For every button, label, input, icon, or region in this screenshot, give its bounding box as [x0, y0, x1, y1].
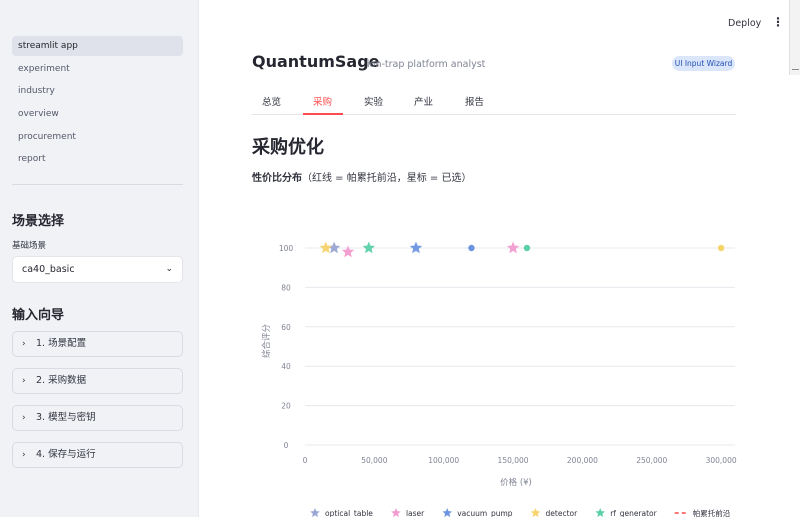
price-score-scatter-chart[interactable]: 0 20 40 60 80 100 0 50,000 100,000 150,000 200,000… [240, 225, 750, 517]
active-tab-indicator [303, 113, 343, 115]
x-tick-label: 50,000 [361, 456, 387, 465]
scenario-header: 场景选择 [12, 214, 65, 229]
scrollbar[interactable] [789, 0, 800, 75]
sidebar-item-industry[interactable]: industry [12, 81, 183, 101]
legend-label-帕累托前沿: 帕累托前沿 [693, 508, 731, 517]
y-tick-label: 100 [279, 244, 294, 253]
tab-industry[interactable]: 产业 [414, 94, 433, 108]
sidebar-item-report[interactable]: report [12, 149, 183, 169]
chart-caption: 性价比分布（红线 = 帕累托前沿，星标 = 已选） [252, 169, 471, 184]
tab-procurement[interactable]: 采购 [313, 94, 332, 108]
y-tick-label: 40 [281, 362, 291, 371]
legend-marker-optical_table [310, 508, 320, 517]
expander-model-keys[interactable]: › 3. 模型与密钥 [12, 405, 183, 431]
app-subtitle: ion-trap platform analyst [367, 59, 486, 70]
legend-marker-vacuum_pump [442, 508, 452, 517]
legend-marker-rf_generator [595, 508, 605, 517]
sidebar-item-streamlit-app[interactable]: streamlit app [12, 36, 183, 56]
expander-label: 1. 场景配置 [36, 338, 87, 349]
data-point-star-detector[interactable] [319, 241, 332, 254]
tab-experiment[interactable]: 实验 [364, 94, 383, 108]
x-tick-label: 150,000 [498, 456, 529, 465]
x-tick-label: 250,000 [636, 456, 667, 465]
wizard-header: 输入向导 [12, 308, 65, 323]
sidebar-item-experiment[interactable]: experiment [12, 59, 183, 79]
ui-input-wizard-badge[interactable]: UI Input Wizard [672, 56, 735, 71]
expander-label: 2. 采购数据 [36, 375, 87, 386]
data-point-star-rf_generator[interactable] [362, 241, 375, 254]
y-tick-label: 80 [281, 283, 291, 292]
legend-label-vacuum_pump: vacuum_pump [457, 509, 513, 517]
deploy-button[interactable]: Deploy [728, 18, 761, 29]
sidebar: streamlit app experiment industry overvi… [0, 0, 199, 517]
y-axis-title: 综合评分 [262, 323, 273, 359]
scenario-select-value: ca40_basic [22, 264, 75, 275]
app-title: QuantumSage [252, 52, 380, 71]
expander-label: 3. 模型与密钥 [36, 412, 96, 423]
page-title: 采购优化 [252, 137, 324, 158]
x-tick-label: 0 [303, 456, 308, 465]
x-tick-label: 300,000 [706, 456, 737, 465]
more-menu-icon[interactable]: ⋮ [772, 15, 784, 29]
tab-overview[interactable]: 总览 [262, 94, 281, 108]
data-point-star-vacuum_pump[interactable] [409, 241, 423, 254]
data-point-rf_generator[interactable] [523, 244, 531, 252]
sidebar-item-procurement[interactable]: procurement [12, 127, 183, 147]
chevron-right-icon: › [22, 339, 26, 349]
legend-label-laser: laser [406, 509, 425, 517]
sidebar-nav: streamlit app experiment industry overvi… [12, 36, 183, 172]
chevron-right-icon: › [22, 413, 26, 423]
expander-label: 4. 保存与运行 [36, 449, 96, 460]
expander-scenario-config[interactable]: › 1. 场景配置 [12, 331, 183, 357]
tab-report[interactable]: 报告 [465, 94, 484, 108]
y-tick-label: 60 [281, 323, 291, 332]
tab-bar: 总览 采购 实验 产业 报告 [252, 92, 736, 115]
chart-caption-rest: （红线 = 帕累托前沿，星标 = 已选） [302, 173, 472, 184]
x-tick-label: 200,000 [567, 456, 598, 465]
data-point-detector[interactable] [717, 244, 725, 252]
expander-save-run[interactable]: › 4. 保存与运行 [12, 442, 183, 468]
scenario-label: 基础场景 [12, 241, 47, 251]
scenario-select[interactable]: ca40_basic ⌄ [12, 256, 183, 283]
chevron-right-icon: › [22, 450, 26, 460]
legend-label-detector: detector [546, 509, 579, 517]
y-tick-label: 20 [281, 402, 291, 411]
chart-caption-bold: 性价比分布 [252, 173, 302, 184]
sidebar-item-overview[interactable]: overview [12, 104, 183, 124]
legend-label-rf_generator: rf_generator [610, 509, 657, 517]
x-tick-label: 100,000 [428, 456, 459, 465]
y-tick-label: 0 [284, 441, 289, 450]
expander-procurement-data[interactable]: › 2. 采购数据 [12, 368, 183, 394]
sidebar-divider [12, 184, 183, 185]
chevron-down-icon: ⌄ [165, 264, 173, 274]
x-axis-title: 价格 (¥) [500, 477, 532, 488]
data-point-star-laser[interactable] [341, 245, 355, 258]
chevron-right-icon: › [22, 376, 26, 386]
data-point-vacuum_pump[interactable] [468, 244, 475, 252]
legend-marker-detector [530, 508, 541, 517]
legend-label-optical_table: optical_table [325, 509, 373, 517]
data-point-star-laser[interactable] [506, 241, 520, 254]
legend-marker-laser [391, 508, 401, 517]
